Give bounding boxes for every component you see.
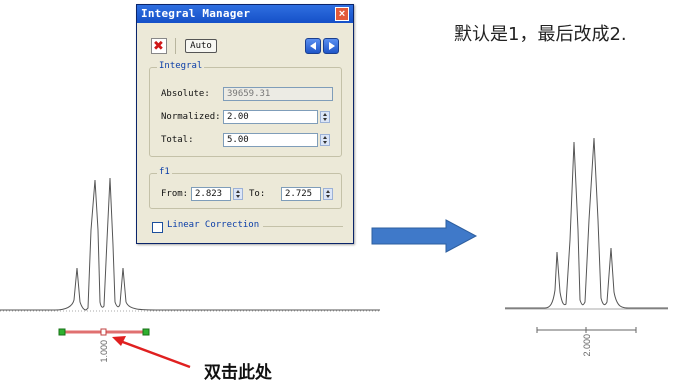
absolute-label: Absolute: — [161, 89, 210, 99]
total-field[interactable]: 5.00 — [223, 133, 318, 147]
normalized-label: Normalized: — [161, 112, 221, 122]
integral-manager-dialog: Integral Manager × Auto Integral Absolut… — [136, 4, 354, 244]
from-field[interactable]: 2.823 — [191, 187, 231, 201]
integral-group-label: Integral — [157, 61, 205, 71]
right-integral-label: 2.000 — [582, 334, 592, 357]
integral-left-handle[interactable] — [58, 328, 66, 336]
normalized-field[interactable]: 2.00 — [223, 110, 318, 124]
total-label: Total: — [161, 135, 194, 145]
to-field[interactable]: 2.725 — [281, 187, 321, 201]
integral-mid-handle[interactable] — [100, 328, 107, 336]
from-label: From: — [161, 189, 189, 199]
integral-right-handle[interactable] — [142, 328, 150, 336]
f1-group-label: f1 — [157, 167, 172, 177]
absolute-field: 39659.31 — [223, 87, 333, 101]
linear-correction-label[interactable]: Linear Correction — [167, 220, 259, 230]
from-spinner-icon[interactable] — [233, 188, 243, 200]
dialog-title: Integral Manager — [141, 7, 251, 20]
big-blue-arrow — [371, 219, 478, 253]
to-spinner-icon[interactable] — [323, 188, 333, 200]
bottom-annotation: 双击此处 — [204, 363, 272, 383]
top-annotation: 默认是1，最后改成2. — [454, 24, 627, 45]
toolbar-separator — [175, 38, 176, 54]
previous-arrow-icon[interactable] — [305, 38, 321, 54]
next-arrow-icon[interactable] — [323, 38, 339, 54]
left-integral-label: 1.000 — [99, 340, 109, 363]
total-spinner-icon[interactable] — [320, 134, 330, 146]
right-spectrum-trace — [505, 137, 668, 309]
to-label: To: — [249, 189, 266, 199]
delete-icon[interactable] — [151, 38, 167, 54]
annotation-arrow-head — [112, 336, 126, 346]
close-button[interactable]: × — [335, 7, 349, 21]
normalized-spinner-icon[interactable] — [320, 111, 330, 123]
dialog-titlebar[interactable]: Integral Manager × — [137, 5, 353, 23]
right-spectrum: 2.000 — [505, 137, 668, 357]
annotation-arrow-line — [119, 339, 191, 369]
linear-correction-divider — [263, 226, 343, 227]
auto-button[interactable]: Auto — [185, 39, 217, 53]
linear-correction-checkbox[interactable] — [152, 222, 163, 233]
